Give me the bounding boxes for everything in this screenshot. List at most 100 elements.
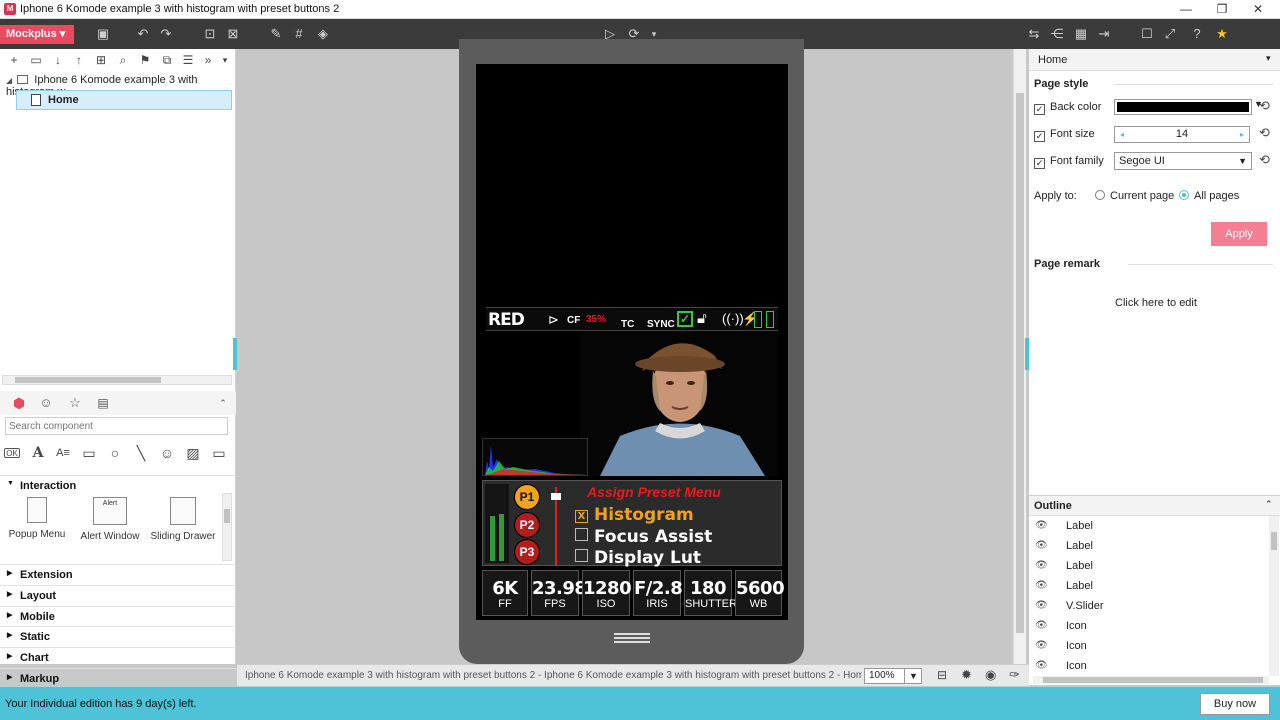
mockplus-menu-button[interactable]: Mockplus ▾ [0,25,74,44]
more-icon[interactable]: » [200,52,216,68]
window-mode-icon[interactable]: ☐ [1139,26,1155,42]
save-icon[interactable]: ▣ [95,26,111,42]
checkbox-icon[interactable] [575,528,588,541]
share-icon[interactable]: ⋲ [1049,26,1065,42]
outline-item[interactable]: 👁︎ Label [1029,536,1267,556]
ungroup-icon[interactable]: ⊠ [225,26,241,42]
increase-icon[interactable]: ▸ [1240,127,1244,142]
collapse-icon[interactable]: ▾ [1266,53,1271,64]
scrollbar-thumb[interactable] [224,509,230,523]
search-icon[interactable]: ⌕ [115,52,131,68]
scrollbar-thumb[interactable] [1271,532,1277,550]
grid-icon[interactable]: # [291,26,307,42]
list-icon[interactable]: ☰ [180,52,196,68]
move-down-icon[interactable]: ↓ [50,52,66,68]
tree-page-home[interactable]: Home [16,90,232,110]
font-size-value[interactable]: 14 [1176,128,1188,140]
scrollbar-thumb[interactable] [15,377,161,383]
back-color-row[interactable]: ✓ Back color [1034,101,1101,115]
preset-p1-button[interactable]: P1 [514,484,540,510]
zoom-select[interactable]: 100% ▼ [864,668,922,684]
preset-p2-button[interactable]: P2 [514,512,540,538]
emoji-icon[interactable]: ☺ [158,445,176,461]
settings-tool-icon[interactable]: ✑ [1009,667,1020,683]
collapse-tabs-icon[interactable]: ⌃ [217,395,229,411]
help-icon[interactable]: ? [1189,26,1205,42]
radio-current-page[interactable]: Current page [1095,190,1174,202]
preset-p3-button[interactable]: P3 [514,539,540,565]
minimize-button[interactable]: — [1168,0,1204,19]
checkbox-icon[interactable] [575,549,588,562]
font-family-select[interactable]: Segoe UI ▼ [1114,152,1252,170]
outline-horizontal-scrollbar[interactable] [1033,676,1269,684]
apply-button[interactable]: Apply [1211,222,1267,246]
right-panel-resize-handle[interactable] [1025,338,1029,370]
checkbox-checked-icon[interactable]: X [575,510,588,523]
move-up-icon[interactable]: ↑ [71,52,87,68]
font-size-stepper[interactable]: ◂ 14 ▸ [1114,126,1250,143]
stat-wb[interactable]: 5600 WB [735,570,785,616]
maximize-button[interactable]: ❐ [1204,0,1240,19]
section-layout[interactable]: ▶ Layout [0,585,236,605]
stat-fps[interactable]: 23.98 FPS [531,570,587,616]
option-histogram[interactable]: X Histogram [575,505,694,525]
components-tab-icon[interactable]: ⬢ [11,395,27,411]
page-remark-editor[interactable]: Click here to edit [1115,297,1197,309]
rectangle-icon[interactable]: ▭ [80,445,98,461]
option-focus-assist[interactable]: Focus Assist [575,527,712,547]
buy-now-button[interactable]: Buy now [1200,693,1270,715]
templates-tab-icon[interactable]: ▤ [95,395,111,411]
tree-root-item[interactable]: ◢ Iphone 6 Komode example 3 with histogr… [6,74,234,98]
undo-icon[interactable]: ↶ [135,26,151,42]
collapse-icon[interactable]: ▾ [217,52,233,68]
checkbox-checked-icon[interactable]: ✓ [1034,131,1045,142]
option-display-lut[interactable]: Display Lut [575,548,701,568]
view-eye-icon[interactable]: ◉ [985,667,996,683]
eye-icon[interactable]: 👁︎ [1035,640,1048,651]
outline-item[interactable]: 👁︎ Label [1029,576,1267,596]
section-chart[interactable]: ▶ Chart [0,647,236,667]
section-static[interactable]: ▶ Static [0,626,236,646]
outline-item[interactable]: 👁︎ Icon [1029,656,1267,676]
phone-screen[interactable]: RED ⊳ CF 35% TC SYNC ✓ 🔓︎ ((·)) ⚡ P1 P2 … [476,64,788,620]
flag-icon[interactable]: ⚑ [137,52,153,68]
scrollbar-thumb[interactable] [1016,93,1024,633]
design-canvas[interactable]: RED ⊳ CF 35% TC SYNC ✓ 🔓︎ ((·)) ⚡ P1 P2 … [237,39,1011,664]
alert-window-component[interactable]: Alert Alert Window [75,497,145,542]
checkbox-checked-icon[interactable]: ✓ [1034,104,1045,115]
folder-icon[interactable]: ▭ [28,52,44,68]
redo-icon[interactable]: ↷ [158,26,174,42]
eye-icon[interactable]: 👁︎ [1035,600,1048,611]
eye-icon[interactable]: 👁︎ [1035,660,1048,671]
menu-slider-handle[interactable] [551,493,561,500]
eye-icon[interactable]: 👁︎ [1035,580,1048,591]
tree-horizontal-scrollbar[interactable] [2,375,232,385]
line-icon[interactable]: ╲ [132,445,150,461]
stat-iso[interactable]: 1280 ISO [582,570,632,616]
fill-icon[interactable]: ◈ [315,26,331,42]
dropdown-arrow-icon[interactable]: ▼ [904,669,922,683]
radio-all-pages[interactable]: All pages [1179,190,1239,202]
eye-icon[interactable]: 👁︎ [1035,540,1048,551]
stat-format[interactable]: 6K FF [482,570,528,616]
section-mobile[interactable]: ▶ Mobile [0,606,236,626]
section-markup[interactable]: ▶ Markup [0,668,236,688]
popup-menu-component[interactable]: Popup Menu [2,497,72,540]
outline-item[interactable]: 👁︎ Label [1029,556,1267,576]
close-window-button[interactable]: ✕ [1240,0,1276,19]
reset-font-size-button[interactable]: ⟲ [1259,126,1273,140]
dropdown-arrow-icon[interactable]: ▼ [1238,156,1247,166]
export-icon[interactable]: ⇥ [1096,26,1112,42]
outline-item[interactable]: 👁︎ Icon [1029,636,1267,656]
eye-icon[interactable]: 👁︎ [1035,620,1048,631]
group-icon[interactable]: ⊡ [202,26,218,42]
outline-item[interactable]: 👁︎ Icon [1029,616,1267,636]
icons-tab-icon[interactable]: ☺ [38,395,54,411]
scrollbar-thumb[interactable] [1043,677,1263,683]
back-color-picker[interactable] [1114,99,1252,115]
outline-item[interactable]: 👁︎ Label [1029,516,1267,536]
qr-code-icon[interactable]: ▦ [1073,26,1089,42]
radio-empty-icon[interactable] [1095,190,1105,200]
text-icon[interactable]: A [29,445,47,461]
format-painter-icon[interactable]: ✎ [268,26,284,42]
